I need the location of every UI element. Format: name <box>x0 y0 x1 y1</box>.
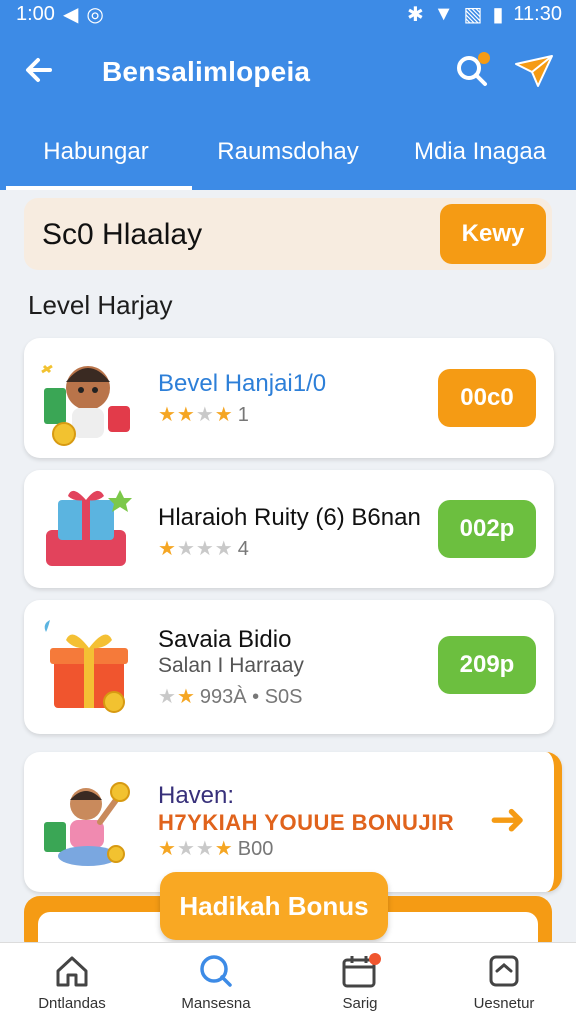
star-icon: ★ <box>176 686 196 708</box>
tab-raumsdohay[interactable]: Raumsdohay <box>192 114 384 190</box>
bluetooth-icon: ✱ <box>406 4 424 26</box>
tab-habungar[interactable]: Habungar <box>0 114 192 190</box>
profile-icon <box>489 955 519 987</box>
star-icon: ★ <box>214 838 234 860</box>
rating-stars: ★★★★ B00 <box>158 836 273 861</box>
wifi-icon: ▼ <box>433 3 454 25</box>
alarm-icon: ◎ <box>86 4 104 26</box>
bonus-headline: H7YKIAH YOUUE BONUJIR <box>158 810 455 835</box>
star-icon: ★ <box>214 404 234 426</box>
bonus-button[interactable]: Hadikah Bonus <box>160 872 388 940</box>
card-title: Hlaraioh Ruity (6) B6nan <box>158 504 421 531</box>
star-empty-icon: ★ <box>195 404 215 426</box>
tab-mdia-inagaa[interactable]: Mdia Inagaa <box>384 114 576 190</box>
promo-banner: Sc0 Hlaalay Kewy <box>24 198 552 270</box>
nav-item-profile[interactable]: Uesnetur <box>432 943 576 1025</box>
play-back-icon: ◀ <box>62 4 79 26</box>
calendar-icon <box>342 953 381 988</box>
nav-item-calendar[interactable]: Sarig <box>288 943 432 1025</box>
paper-plane-icon <box>515 55 553 87</box>
status-time-right: 11:30 <box>513 3 562 25</box>
card-action-button[interactable]: 002p <box>438 500 536 558</box>
nav-item-home[interactable]: Dntlandas <box>0 943 144 1025</box>
bonus-card[interactable]: Haven: H7YKIAH YOUUE BONUJIR ★★★★ B00 ➜ <box>24 752 562 892</box>
nav-label: Sarig <box>342 995 378 1012</box>
level-card[interactable]: Hlaraioh Ruity (6) B6nan ★★★★ 4 002p <box>24 470 554 588</box>
promo-text: Sc0 Hlaalay <box>42 218 203 251</box>
star-icon: ★★ <box>158 404 196 426</box>
nav-label: Mansesna <box>181 995 251 1012</box>
rating-count: B00 <box>237 838 274 860</box>
status-time-left: 1:00 <box>16 3 55 25</box>
rating-stars: ★★ 993À • S0S <box>158 684 303 709</box>
child-coin-icon <box>44 782 130 866</box>
status-bar: 1:00 ◀ ◎ ✱ ▼ ▧ ▮ 11:30 <box>0 0 576 28</box>
card-action-button[interactable]: 00c0 <box>438 369 536 427</box>
rating-stars: ★★★★ 1 <box>158 402 249 427</box>
rating-count: 4 <box>237 538 249 560</box>
nav-label: Uesnetur <box>473 995 535 1012</box>
nav-item-search[interactable]: Mansesna <box>144 943 288 1025</box>
card-title: Savaia Bidio <box>158 626 292 653</box>
rating-count: 993À • S0S <box>199 686 303 708</box>
star-empty-icon: ★ <box>158 686 177 708</box>
arrow-right-icon[interactable]: ➜ <box>489 794 526 845</box>
card-action-button[interactable]: 209p <box>438 636 536 694</box>
gift-box-icon <box>44 620 128 713</box>
gift-box-icon <box>46 490 132 566</box>
nav-label: Dntlandas <box>38 995 106 1012</box>
bonus-label: Haven: <box>158 782 235 809</box>
section-title: Level Harjay <box>28 290 173 320</box>
search-icon <box>200 955 232 987</box>
battery-icon: ▮ <box>492 4 504 26</box>
character-coins-icon <box>41 364 130 446</box>
card-title: Bevel Hanjai1/0 <box>158 370 327 397</box>
star-empty-icon: ★★ <box>176 838 215 860</box>
arrow-left-icon <box>26 58 52 82</box>
search-icon <box>457 52 490 86</box>
rating-count: 1 <box>237 404 249 426</box>
card-subtitle: Salan I Harraay <box>158 654 304 677</box>
level-card[interactable]: Bevel Hanjai1/0 ★★★★ 1 00c0 <box>24 338 554 458</box>
send-button[interactable] <box>512 50 556 90</box>
rating-stars: ★★★★ 4 <box>158 536 249 561</box>
star-icon: ★ <box>158 838 177 860</box>
level-card[interactable]: Savaia Bidio Salan I Harraay ★★ 993À • S0… <box>24 600 554 734</box>
signal-icon: ▧ <box>463 4 483 26</box>
promo-button[interactable]: Kewy <box>440 204 546 264</box>
star-empty-icon: ★★★ <box>176 538 234 560</box>
search-button[interactable] <box>452 50 492 90</box>
star-icon: ★ <box>158 538 177 560</box>
app-bar: Bensalimlopeia <box>0 28 576 114</box>
app-title: Bensalimlopeia <box>102 56 311 87</box>
tab-bar: Habungar Raumsdohay Mdia Inagaa <box>0 114 576 190</box>
back-button[interactable] <box>20 50 60 90</box>
bottom-nav: Dntlandas Mansesna Sarig Uesnetur <box>0 942 576 1025</box>
home-icon <box>56 956 88 987</box>
